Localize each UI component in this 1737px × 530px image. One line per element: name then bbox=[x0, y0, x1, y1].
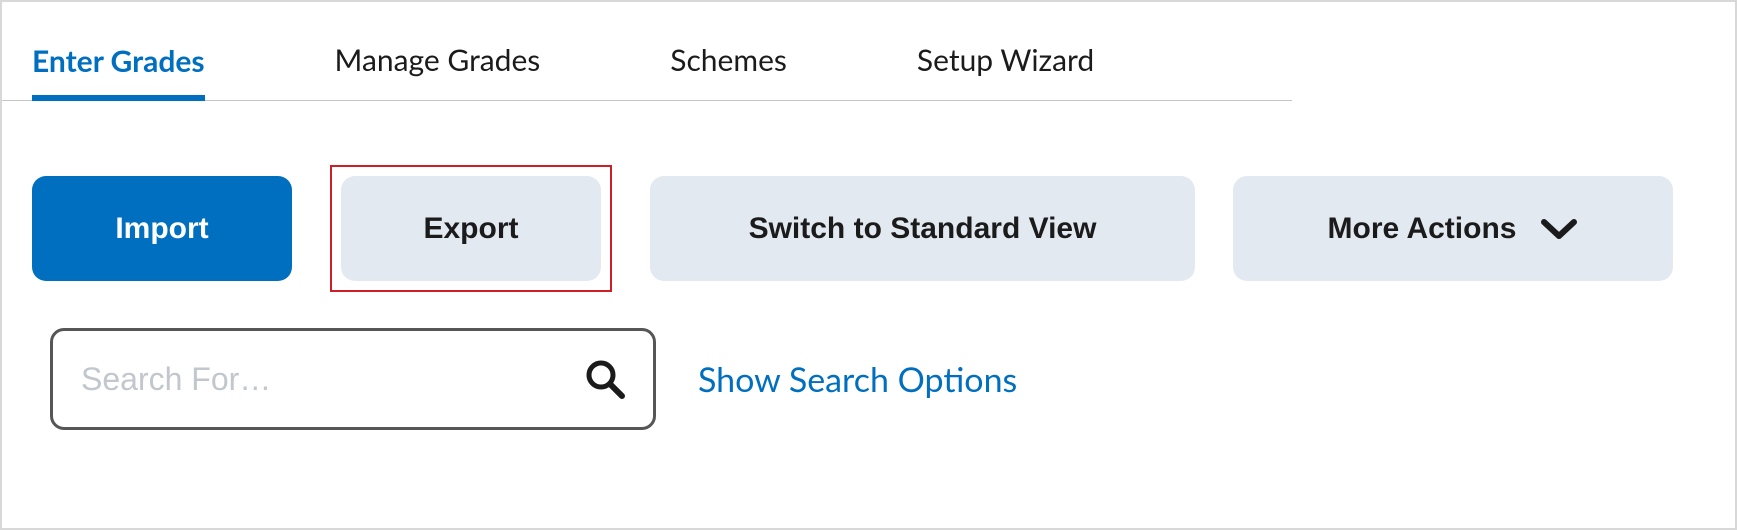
search-row: Show Search Options bbox=[2, 292, 1735, 430]
more-actions-label: More Actions bbox=[1328, 212, 1517, 246]
more-actions-button[interactable]: More Actions bbox=[1233, 176, 1673, 281]
search-input[interactable] bbox=[81, 361, 585, 398]
chevron-down-icon bbox=[1540, 217, 1578, 241]
search-icon[interactable] bbox=[585, 359, 625, 399]
tab-enter-grades[interactable]: Enter Grades bbox=[32, 29, 205, 101]
tab-setup-wizard[interactable]: Setup Wizard bbox=[917, 28, 1094, 100]
switch-view-button[interactable]: Switch to Standard View bbox=[650, 176, 1195, 281]
export-highlight: Export bbox=[330, 165, 612, 292]
show-search-options-link[interactable]: Show Search Options bbox=[698, 359, 1017, 400]
search-input-container bbox=[50, 328, 656, 430]
tabs-container: Enter Grades Manage Grades Schemes Setup… bbox=[2, 2, 1292, 101]
import-button[interactable]: Import bbox=[32, 176, 292, 281]
export-button[interactable]: Export bbox=[341, 176, 601, 281]
tab-manage-grades[interactable]: Manage Grades bbox=[335, 28, 541, 100]
toolbar: Import Export Switch to Standard View Mo… bbox=[2, 101, 1735, 292]
tab-schemes[interactable]: Schemes bbox=[670, 28, 787, 100]
